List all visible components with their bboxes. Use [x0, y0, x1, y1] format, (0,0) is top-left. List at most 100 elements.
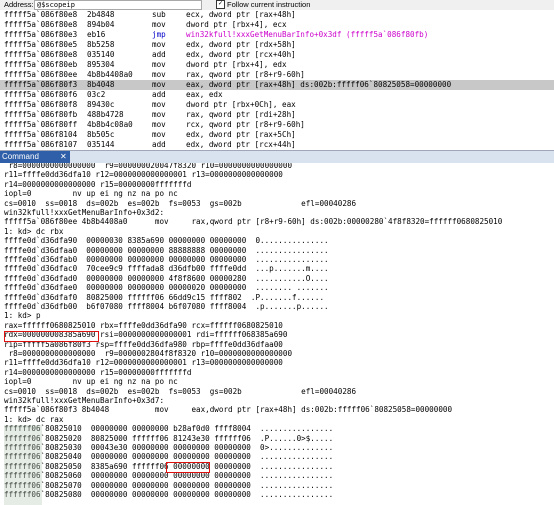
follow-checkbox-label: Follow current instruction: [227, 0, 311, 9]
disasm-address: fffff5a`086f80ee: [4, 70, 78, 79]
disasm-mnemonic: add: [152, 90, 166, 99]
disasm-bytes: 035144: [87, 140, 115, 149]
disasm-mnemonic: mov: [152, 130, 166, 139]
rdx-highlight-box: [4, 331, 99, 342]
disasm-line[interactable]: fffff5a`086f80ff 4b8b4c08a0 mov rcx, qword …: [0, 120, 554, 130]
disasm-bytes: 894b04: [87, 20, 115, 29]
follow-checkbox[interactable]: ✓: [216, 0, 225, 9]
disasm-operands: rcx, qword ptr [r8+r9-60h]: [186, 120, 305, 129]
command-line: r14=0000000000000000 r15=00000000fffffff…: [4, 367, 192, 377]
disasm-bytes: 03c2: [87, 90, 106, 99]
disasm-line[interactable]: fffff5a`086f80f8 89430c mov dword ptr [rbx+…: [0, 100, 554, 110]
disasm-bytes: 488b4728: [87, 110, 124, 119]
command-line: win32kfull!xxxGetMenuBarInfo+0x3d7:: [4, 396, 165, 405]
disasm-operands: dword ptr [rbx+4], ecx: [186, 20, 287, 29]
disasm-line[interactable]: fffff5a`086f8104 8b505c mov edx, dword ptr …: [0, 130, 554, 140]
disasm-bytes: 8b4048: [87, 80, 115, 89]
command-line: fffff5a`086f80f3 8b4048 mov eax,dword pt…: [4, 405, 453, 415]
disasm-operands: dword ptr [rbx+4], edx: [186, 60, 287, 69]
address-input[interactable]: @$scopeip: [34, 0, 202, 10]
disasm-address: fffff5a`086f80e8: [4, 10, 78, 19]
disasm-mnemonic: sub: [152, 10, 166, 19]
command-line: r14=0000000000000000 r15=00000000fffffff…: [4, 179, 192, 189]
command-window-header: Command ✕: [0, 150, 554, 163]
command-line: ffffff06`80825080 00000000 00000000 0000…: [4, 490, 334, 499]
disasm-line[interactable]: fffff5a`086f80ee 4b8b4408a0 mov rax, qword …: [0, 70, 554, 80]
disasm-address: fffff5a`086f8104: [4, 130, 78, 139]
command-line: ffffff06`80825070 00000000 00000000 0000…: [4, 480, 334, 490]
disasm-mnemonic: add: [152, 50, 166, 59]
command-line: ffffe0d`d36dfaf0 80825000 ffffff06 66dd9…: [4, 292, 325, 302]
command-line: ffffe0d`d36dfac0 70cee9c9 ffffada8 d36df…: [4, 264, 329, 274]
close-icon[interactable]: ✕: [60, 151, 67, 163]
disasm-address: fffff5a`086f80f3: [4, 80, 78, 89]
command-line: rax=ffffff0680825010 rbx=ffffe0dd36dfa90…: [4, 320, 283, 330]
disasm-line[interactable]: fffff5a`086f80f6 03c2 add eax, edx: [0, 90, 554, 100]
redacted-region: [4, 425, 42, 505]
disasm-line[interactable]: fffff5a`086f80e5 8b5258 mov edx, dword ptr …: [0, 40, 554, 50]
disasm-line[interactable]: fffff5a`086f8107 035144 add edx, dword ptr …: [0, 140, 554, 150]
disasm-bytes: 89430c: [87, 100, 115, 109]
disasm-address: fffff5a`086f80e3: [4, 30, 78, 39]
disasm-operands: edx, dword ptr [rdx+58h]: [186, 40, 296, 49]
command-line: ffffff06`80825030 00043e30 00000000 0000…: [4, 443, 334, 452]
command-line: 1: kd> dc rax: [4, 414, 64, 424]
disasm-line[interactable]: fffff5a`086f80e8 2b4848 sub ecx, dword ptr …: [0, 10, 554, 20]
command-line: r11=ffffe0dd36dfa10 r12=0000000000000001…: [4, 170, 283, 180]
disasm-mnemonic: mov: [152, 110, 166, 119]
disasm-line[interactable]: fffff5a`086f80e8 894b04 mov dword ptr [rbx+…: [0, 20, 554, 30]
disasm-operands: eax, edx: [186, 90, 223, 99]
disasm-bytes: 4b8b4c08a0: [87, 120, 133, 129]
disasm-operands: ecx, dword ptr [rax+48h]: [186, 10, 296, 19]
disasm-bytes: 8b505c: [87, 130, 115, 139]
command-line: ffffe0d`d36dfaa0 00000000 00000000 88888…: [4, 245, 329, 255]
tab-command[interactable]: Command ✕: [0, 151, 70, 163]
command-line: ffffe0d`d36dfae0 00000000 00000000 00000…: [4, 283, 329, 293]
disasm-bytes: 035140: [87, 50, 115, 59]
disasm-bytes: 2b4848: [87, 10, 115, 19]
disassembly-window: Address: @$scopeip ✓ Follow current inst…: [0, 0, 554, 150]
disasm-address: fffff5a`086f80e8: [4, 20, 78, 29]
disasm-mnemonic: mov: [152, 60, 166, 69]
command-line: ffffe0d`d36dfad0 00000000 00000000 4f8f8…: [4, 273, 329, 283]
command-line: win32kfull!xxxGetMenuBarInfo+0x3d2:: [4, 208, 165, 217]
disasm-address: fffff5a`086f80ff: [4, 120, 78, 129]
command-line: cs=0010 ss=0018 ds=002b es=002b fs=0053 …: [4, 386, 357, 396]
command-line: r8=0000000000000000 r9=0000002804f8f8320…: [4, 349, 293, 358]
disasm-address: fffff5a`086f80f6: [4, 90, 78, 99]
disasm-current-line[interactable]: fffff5a`086f80f3 8b4048 mov eax, dword ptr …: [0, 80, 554, 90]
disasm-bytes: 4b8b4408a0: [87, 70, 133, 79]
command-line: 1: kd> dc rbx: [4, 226, 64, 236]
disasm-mnemonic: mov: [152, 70, 166, 79]
command-line: fffff5a`086f80ee 4b8b4408a0 mov rax,qwor…: [4, 217, 503, 227]
disasm-address: fffff5a`086f80e8: [4, 50, 78, 59]
command-line: ffffe0d`d36dfab0 00000000 00000000 00000…: [4, 255, 329, 264]
command-line: ffffff06`80825010 00000000 00000000 b28a…: [4, 424, 334, 434]
command-line: ffffff06`80825040 00000000 00000000 0000…: [4, 452, 334, 462]
disasm-line[interactable]: fffff5a`086f80e8 035140 add edx, dword ptr …: [0, 50, 554, 60]
disasm-operands: edx, dword ptr [rax+5Ch]: [186, 130, 296, 139]
command-line: iopl=0 nv up ei ng nz na po nc: [4, 377, 178, 387]
disasm-address: fffff5a`086f80e5: [4, 40, 78, 49]
disasm-operands: edx, dword ptr [rcx+40h]: [186, 50, 296, 59]
disasm-line[interactable]: fffff5a`086f80e3 eb16 jmp win32kfull!xxxGet…: [0, 30, 554, 40]
disasm-address: fffff5a`086f80eb: [4, 60, 78, 69]
command-line: r11=ffffe0dd36dfa10 r12=0000000000000001…: [4, 358, 283, 368]
command-line: ffffff06`80825020 80825000 ffffff06 8124…: [4, 433, 334, 443]
disasm-bytes: 895304: [87, 60, 115, 69]
disasm-operands: eax, dword ptr [rax+48h] ds:002b:fffff06…: [186, 80, 452, 89]
disasm-mnemonic: mov: [152, 120, 166, 129]
dword-highlight-box: [166, 462, 210, 473]
command-line: 1: kd> p: [4, 311, 41, 321]
disasm-line[interactable]: fffff5a`086f80fb 488b4728 mov rax, qword pt…: [0, 110, 554, 120]
command-line: cs=0010 ss=0018 ds=002b es=002b fs=0053 …: [4, 198, 357, 208]
disasm-operands: edx, dword ptr [rcx+44h]: [186, 140, 296, 149]
address-label: Address:: [4, 0, 34, 9]
disasm-operands: rax, qword ptr [rdi+28h]: [186, 110, 296, 119]
disasm-line[interactable]: fffff5a`086f80eb 895304 mov dword ptr [rbx+…: [0, 60, 554, 70]
disasm-operands: dword ptr [rbx+0Ch], eax: [186, 100, 296, 109]
disasm-address: fffff5a`086f80f8: [4, 100, 78, 109]
command-line: iopl=0 nv up ei ng nz na po nc: [4, 189, 178, 199]
disasm-address: fffff5a`086f8107: [4, 140, 78, 149]
disasm-operands: win32kfull!xxxGetMenuBarInfo+0x3df (ffff…: [186, 30, 429, 39]
